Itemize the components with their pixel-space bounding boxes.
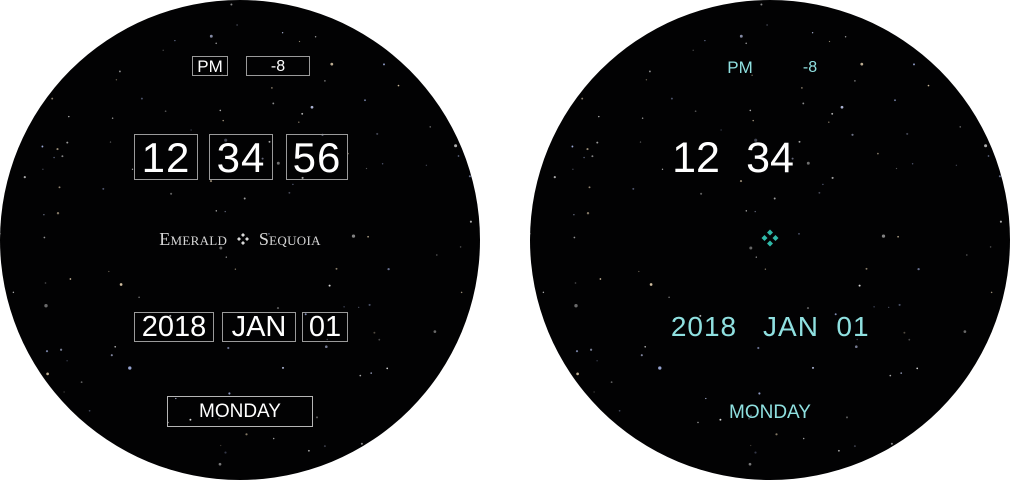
minutes-display: 34 — [209, 134, 273, 181]
four-diamond-icon — [237, 233, 250, 245]
month-display: JAN — [222, 312, 296, 342]
ambient-face-content: PM -8 12 34 2018 JAN 01 MONDAY — [530, 0, 1010, 480]
day-display: 01 — [836, 311, 870, 342]
timezone-offset: -8 — [802, 59, 818, 76]
minutes-display: 34 — [746, 134, 794, 182]
brand-logo: Emerald Sequoia — [110, 226, 370, 252]
brand-name-left: Emerald — [159, 229, 228, 249]
ampm-indicator: PM — [727, 58, 753, 77]
watch-face-ambient: PM -8 12 34 2018 JAN 01 MONDAY — [530, 0, 1010, 480]
year-display: 2018 — [134, 312, 214, 342]
timezone-offset: -8 — [246, 56, 310, 76]
seconds-display: 56 — [286, 134, 348, 181]
active-face-content: PM -8 12 34 56 Emerald Sequoia 2018 JAN … — [0, 0, 480, 480]
weekday-display: MONDAY — [167, 396, 313, 427]
hours-display: 12 — [672, 134, 720, 182]
hours-display: 12 — [134, 134, 198, 181]
day-display: 01 — [302, 312, 348, 342]
year-display: 2018 — [670, 311, 738, 342]
four-diamond-icon — [761, 229, 779, 247]
ampm-indicator: PM — [192, 56, 228, 76]
weekday-display: MONDAY — [729, 402, 811, 423]
brand-name-right: Sequoia — [258, 229, 321, 249]
watch-face-active: PM -8 12 34 56 Emerald Sequoia 2018 JAN … — [0, 0, 480, 480]
month-display: JAN — [763, 311, 819, 342]
